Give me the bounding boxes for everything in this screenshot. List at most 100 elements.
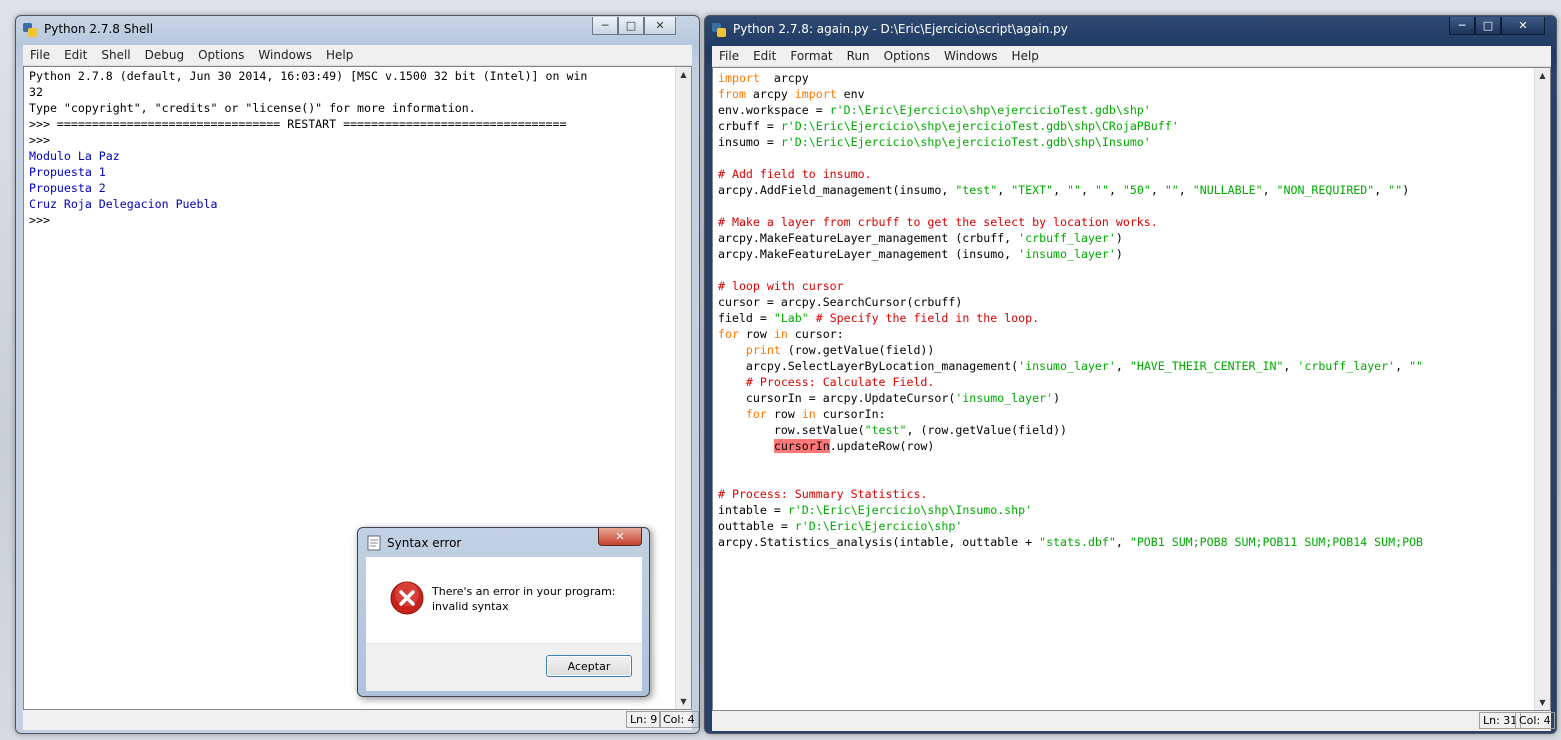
code-token: env.workspace = [718,103,830,117]
code-line: arcpy.MakeFeatureLayer_management (insum… [718,246,1423,262]
code-token: "" [1409,359,1424,373]
code-token: env [836,87,865,101]
code-token: for [718,327,739,341]
app-icon [367,535,381,551]
menu-options[interactable]: Options [884,49,930,63]
shell-line: >>> [29,133,57,147]
code-line: arcpy.SelectLayerByLocation_management('… [718,358,1423,374]
maximize-icon: □ [1482,19,1494,32]
code-token: , [1108,183,1123,197]
code-token: , [1395,359,1410,373]
python-icon [712,23,726,37]
menu-run[interactable]: Run [847,49,870,63]
code-token: cursorIn: [815,407,886,421]
scroll-up-arrow[interactable]: ▲ [1535,68,1550,83]
code-line: arcpy.AddField_management(insumo, "test"… [718,182,1423,198]
accept-button[interactable]: Aceptar [546,655,632,677]
minimize-button[interactable]: ─ [1449,17,1475,35]
code-line: # Process: Calculate Field. [718,374,1423,390]
code-token: arcpy.Statistics_analysis(intable, outta… [718,535,1040,549]
minimize-icon: ─ [601,19,609,32]
code-line: for row in cursor: [718,326,1423,342]
code-token: cursorIn = arcpy.UpdateCursor( [718,391,956,405]
minimize-icon: ─ [1458,19,1466,32]
menu-help[interactable]: Help [1012,49,1039,63]
editor-titlebar[interactable]: Python 2.7.8: again.py - D:\Eric\Ejercic… [705,16,1556,44]
shell-scrollbar[interactable]: ▲ ▼ [675,67,691,709]
code-token: # Make a layer from crbuff to get the se… [718,215,1158,229]
shell-line: >>> ================================ RES… [29,117,567,131]
code-token: r'D:\Eric\Ejercicio\shp\Insumo.shp' [787,503,1033,517]
code-token: import [794,87,837,101]
code-token: , [1374,183,1389,197]
code-token: "" [1094,183,1109,197]
code-token: "test" [864,423,907,437]
code-token: outtable = [718,519,795,533]
menu-edit[interactable]: Edit [64,48,87,62]
shell-line: Propuesta 2 [29,181,106,195]
status-column: Col: 4 [1515,712,1555,729]
scroll-down-arrow[interactable]: ▼ [1535,695,1550,710]
close-button[interactable]: ✕ [598,528,642,546]
code-token: cursor = arcpy.SearchCursor(crbuff) [718,295,963,309]
code-token: r'D:\Eric\Ejercicio\shp\ejercicioTest.gd… [780,119,1179,133]
menu-file[interactable]: File [719,49,739,63]
editor-statusbar: Ln: 31 Col: 4 [712,711,1555,731]
code-token: , [1115,535,1130,549]
close-button[interactable]: ✕ [644,17,676,35]
code-token: field = [718,311,774,325]
code-token: 'insumo_layer' [1018,359,1116,373]
close-button[interactable]: ✕ [1501,17,1545,35]
code-token: arcpy.SelectLayerByLocation_management( [718,359,1019,373]
code-token: for [745,407,767,421]
code-token: 'insumo_layer' [1018,247,1116,261]
syntax-error-dialog: Syntax error ✕ There's an error in your … [357,527,650,697]
code-token: r'D:\Eric\Ejercicio\shp' [794,519,963,533]
editor-scrollbar[interactable]: ▲ ▼ [1534,68,1550,710]
maximize-button[interactable]: □ [1475,17,1501,35]
code-line: intable = r'D:\Eric\Ejercicio\shp\Insumo… [718,502,1423,518]
code-line: cursorIn = arcpy.UpdateCursor('insumo_la… [718,390,1423,406]
menu-file[interactable]: File [30,48,50,62]
code-token: # Specify the field in the loop. [815,311,1040,325]
code-editor[interactable]: import arcpy from arcpy import env env.wor… [712,67,1551,711]
code-token: row.setValue( [718,423,865,437]
error-message-line2: invalid syntax [432,600,509,613]
python-icon [23,23,37,37]
menu-shell[interactable]: Shell [101,48,130,62]
scroll-up-arrow[interactable]: ▲ [676,67,691,82]
source-code: import arcpy from arcpy import env env.wor… [718,70,1423,550]
menu-help[interactable]: Help [326,48,353,62]
code-token: crbuff = [718,119,781,133]
shell-line: Type "copyright", "credits" or "license(… [29,101,476,115]
close-icon: ✕ [655,19,665,32]
menu-format[interactable]: Format [790,49,832,63]
error-icon [390,581,424,615]
shell-line: Cruz Roja Delegacion Puebla [29,197,218,211]
code-token: , [1283,359,1298,373]
menu-debug[interactable]: Debug [145,48,184,62]
code-token: "POB1 SUM;POB8 SUM;POB11 SUM;POB14 SUM;P… [1129,535,1424,549]
code-line: # Make a layer from crbuff to get the se… [718,214,1423,230]
close-icon: ✕ [615,530,625,543]
menu-edit[interactable]: Edit [753,49,776,63]
scroll-down-arrow[interactable]: ▼ [676,694,691,709]
code-token: "Lab" [773,311,809,325]
code-token: from [718,87,746,101]
code-token: arcpy.MakeFeatureLayer_management (insum… [718,247,1019,261]
maximize-button[interactable]: □ [618,17,644,35]
minimize-button[interactable]: ─ [592,17,618,35]
code-token: ) [1115,231,1123,245]
code-line: crbuff = r'D:\Eric\Ejercicio\shp\ejercic… [718,118,1423,134]
shell-titlebar[interactable]: Python 2.7.8 Shell ─ □ ✕ [16,16,699,44]
shell-line: Modulo La Paz [29,149,120,163]
code-line: print (row.getValue(field)) [718,342,1423,358]
code-token: 'crbuff_layer' [1018,231,1116,245]
menu-windows[interactable]: Windows [258,48,312,62]
menu-options[interactable]: Options [198,48,244,62]
menu-windows[interactable]: Windows [944,49,998,63]
